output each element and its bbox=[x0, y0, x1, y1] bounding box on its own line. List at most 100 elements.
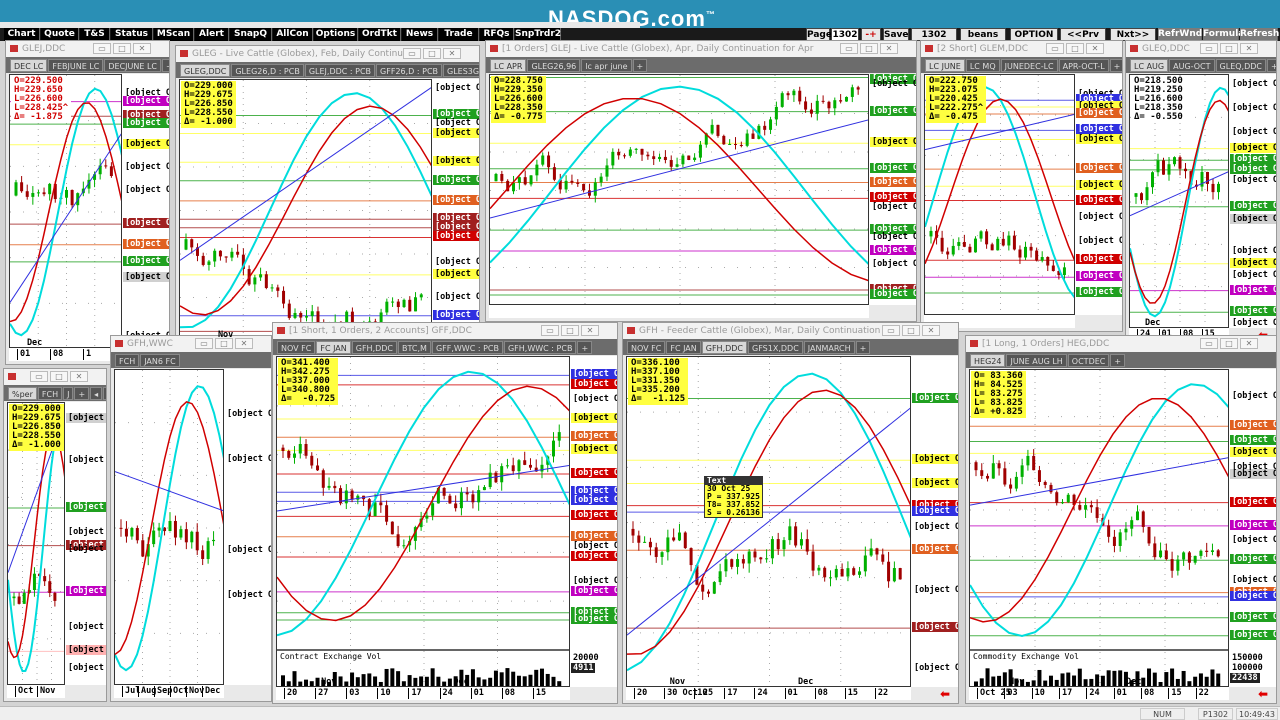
chart-tab[interactable]: GFH,DDC bbox=[351, 341, 398, 354]
chart-tab[interactable]: FEBJUNE LC bbox=[48, 59, 104, 72]
close-button[interactable]: ✕ bbox=[880, 43, 898, 54]
scroll-right-arrow-icon[interactable]: ⬅ bbox=[1258, 687, 1268, 701]
maximize-button[interactable]: □ bbox=[423, 48, 441, 59]
tab-scroll-left-button[interactable]: ◂ bbox=[90, 387, 103, 400]
add-tab-button[interactable]: + bbox=[1267, 59, 1276, 72]
toolbar-button-news[interactable]: News bbox=[402, 28, 438, 41]
add-tab-button[interactable]: + bbox=[162, 59, 169, 72]
window-titlebar[interactable]: GLEG - Live Cattle (Globex), Feb, Daily … bbox=[176, 46, 479, 62]
maximize-button[interactable]: □ bbox=[561, 325, 579, 336]
close-button[interactable]: ✕ bbox=[133, 43, 151, 54]
minimize-button[interactable]: ▭ bbox=[403, 48, 421, 59]
chart-tab[interactable]: GLEJ,DDC : PCB bbox=[304, 64, 376, 77]
price-axis[interactable]: [object Object][object Object][object Ob… bbox=[432, 79, 479, 340]
toolbar-button-options[interactable]: Options bbox=[314, 28, 358, 41]
close-button[interactable]: ✕ bbox=[922, 325, 940, 336]
price-chart-plot[interactable]: Commodity Exchange Vol O= 83.360 H= 84.525… bbox=[969, 369, 1229, 687]
chart-tab[interactable]: LC AUG bbox=[1130, 59, 1169, 72]
maximize-button[interactable]: □ bbox=[1220, 338, 1238, 349]
chart-tab[interactable]: JUNEDEC-LC bbox=[1000, 59, 1058, 72]
maximize-button[interactable]: □ bbox=[50, 371, 68, 382]
chart-tab[interactable]: JANMARCH bbox=[803, 341, 855, 354]
window-titlebar[interactable]: GFH,WWC ▭ □ ✕ bbox=[111, 336, 271, 352]
minimize-button[interactable]: ▭ bbox=[882, 325, 900, 336]
toolbar-button-allcon[interactable]: AllCon bbox=[273, 28, 313, 41]
price-axis[interactable]: [object Object][object Object][object Ob… bbox=[65, 402, 106, 685]
close-button[interactable]: ✕ bbox=[1086, 43, 1104, 54]
add-tab-button[interactable]: + bbox=[577, 341, 593, 354]
price-chart-plot[interactable]: O=229.000 H=229.675 L=226.850 L=228.550 Δ= -… bbox=[179, 79, 432, 340]
chart-tab[interactable]: LC JUNE bbox=[925, 59, 965, 72]
chart-tab[interactable]: NOV FC bbox=[277, 341, 316, 354]
chart-tab[interactable]: OCTDEC bbox=[1067, 354, 1110, 367]
chart-tab[interactable]: DECJUNE LC bbox=[104, 59, 162, 72]
chart-tab[interactable]: FCH bbox=[37, 387, 63, 400]
toolbar-button-alert[interactable]: Alert bbox=[195, 28, 229, 41]
window-titlebar[interactable]: GLEJ,DDC ▭ □ ✕ bbox=[6, 41, 169, 57]
chart-tab[interactable]: GFH,WWC : PCB bbox=[503, 341, 577, 354]
chart-tab[interactable]: LC MQ bbox=[965, 59, 1000, 72]
chart-tab[interactable]: GFF,WWC : PCB bbox=[431, 341, 503, 354]
maximize-button[interactable]: □ bbox=[860, 43, 878, 54]
toolbar-button-snapq[interactable]: SnapQ bbox=[230, 28, 272, 41]
maximize-button[interactable]: □ bbox=[1066, 43, 1084, 54]
add-tab-button[interactable]: + bbox=[1110, 354, 1126, 367]
chart-tab[interactable]: JAN6 FC bbox=[140, 354, 180, 367]
minimize-button[interactable]: ▭ bbox=[1200, 338, 1218, 349]
chart-tab[interactable]: GLEQ,DDC bbox=[1215, 59, 1266, 72]
price-chart-plot[interactable] bbox=[114, 369, 224, 685]
minimize-button[interactable]: ▭ bbox=[1046, 43, 1064, 54]
toolbar-button-trade[interactable]: Trade bbox=[439, 28, 479, 41]
close-button[interactable]: ✕ bbox=[1240, 338, 1258, 349]
chart-tab[interactable]: NOV FC bbox=[627, 341, 666, 354]
add-tab-button[interactable]: + bbox=[1109, 59, 1122, 72]
price-chart-plot[interactable]: O=336.100 H=337.100 L=331.350 L=335.200 Δ= -… bbox=[626, 356, 911, 687]
window-titlebar[interactable]: [1 Short, 1 Orders, 2 Accounts] GFF,DDC ▭… bbox=[273, 323, 617, 339]
scroll-right-arrow-icon[interactable]: ⬅ bbox=[940, 687, 950, 701]
minimize-button[interactable]: ▭ bbox=[93, 43, 111, 54]
add-tab-button[interactable]: + bbox=[855, 341, 871, 354]
chart-tab[interactable]: APR-OCT-L bbox=[1058, 59, 1109, 72]
chart-tab[interactable]: lc apr june bbox=[581, 59, 632, 72]
maximize-button[interactable]: □ bbox=[215, 338, 233, 349]
chart-tab[interactable]: GFH,DDC bbox=[701, 341, 748, 354]
minimize-button[interactable]: ▭ bbox=[541, 325, 559, 336]
price-chart-plot[interactable]: Contract Exchange Vol O=341.400 H=342.275 L… bbox=[276, 356, 570, 687]
maximize-button[interactable]: □ bbox=[1220, 43, 1238, 54]
maximize-button[interactable]: □ bbox=[113, 43, 131, 54]
minimize-button[interactable]: ▭ bbox=[1200, 43, 1218, 54]
chart-tab[interactable]: GLEG,DDC bbox=[180, 64, 231, 77]
close-button[interactable]: ✕ bbox=[1240, 43, 1258, 54]
price-chart-plot[interactable]: O=228.750 H=229.350 L=226.600 L=228.350 Δ= -… bbox=[489, 74, 869, 305]
chart-tab[interactable]: FC JAN bbox=[666, 341, 701, 354]
price-chart-plot[interactable]: O=229.500 H=229.650 L=226.600 L=228.425^ Δ= … bbox=[9, 74, 122, 348]
window-titlebar[interactable]: GFH - Feeder Cattle (Globex), Mar, Daily… bbox=[623, 323, 958, 339]
chart-tab[interactable]: GFS1X,DDC bbox=[748, 341, 803, 354]
minimize-button[interactable]: ▭ bbox=[30, 371, 48, 382]
chart-tab[interactable]: FCH bbox=[115, 354, 140, 367]
price-chart-plot[interactable]: O=229.000 H=229.675 L=226.850 L=228.550 Δ= -… bbox=[7, 402, 65, 685]
chart-tab[interactable]: HEG24 bbox=[970, 354, 1006, 367]
chart-tab[interactable]: %per bbox=[8, 387, 37, 400]
window-titlebar[interactable]: [1 Long, 1 Orders] HEG,DDC ▭ □ ✕ bbox=[966, 336, 1276, 352]
window-titlebar[interactable]: [1 Orders] GLEJ - Live Cattle (Globex), … bbox=[486, 41, 916, 57]
minimize-button[interactable]: ▭ bbox=[840, 43, 858, 54]
add-tab-button[interactable]: + bbox=[632, 59, 648, 72]
chart-tab[interactable]: DEC LC bbox=[10, 59, 48, 72]
price-axis[interactable]: [object Object][object Object][object Ob… bbox=[1229, 369, 1276, 687]
price-axis[interactable]: [object Object][object Object][object Ob… bbox=[570, 356, 617, 687]
toolbar-button-ordtkt[interactable]: OrdTkt bbox=[359, 28, 401, 41]
price-axis[interactable]: [object Object][object Object][object Ob… bbox=[1229, 74, 1276, 328]
close-button[interactable]: ✕ bbox=[581, 325, 599, 336]
minimize-button[interactable]: ▭ bbox=[195, 338, 213, 349]
price-axis[interactable]: [object Object][object Object][object Ob… bbox=[869, 74, 916, 305]
window-titlebar[interactable]: [2 Short] GLEM,DDC ▭ □ ✕ bbox=[921, 41, 1122, 57]
price-axis[interactable]: [object Object][object Object][object Ob… bbox=[911, 356, 958, 687]
chart-tab[interactable]: J bbox=[63, 387, 74, 400]
close-button[interactable]: ✕ bbox=[443, 48, 461, 59]
price-axis[interactable]: [object Object][object Object][object Ob… bbox=[122, 74, 169, 348]
window-titlebar[interactable]: GLEQ,DDC ▭ □ ✕ bbox=[1126, 41, 1276, 57]
window-titlebar[interactable]: ▭ □ ✕ bbox=[4, 369, 106, 385]
maximize-button[interactable]: □ bbox=[902, 325, 920, 336]
chart-tab[interactable]: AUG-OCT bbox=[1169, 59, 1215, 72]
